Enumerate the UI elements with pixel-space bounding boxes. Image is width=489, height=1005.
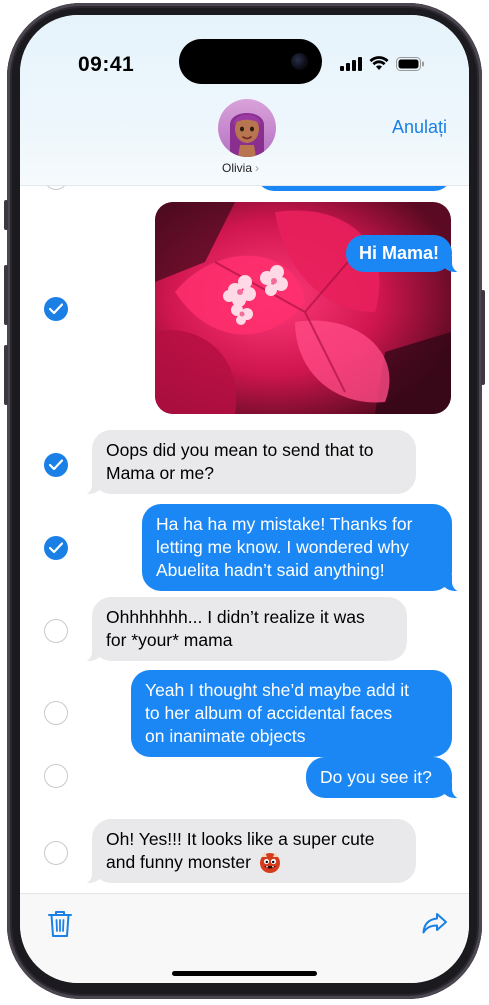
chevron-right-icon: › <box>255 161 260 175</box>
message-bubble-incoming[interactable]: Ohhhhhhh... I didn’t realize it was for … <box>80 597 407 662</box>
message-line: Abuelita hadn’t said anything! <box>156 560 385 580</box>
message-bubble-outgoing[interactable]: Yeah I thought she’d maybe add it to her… <box>131 670 452 757</box>
message-bubble-incoming[interactable]: Oh! Yes!!! It looks like a super cute an… <box>80 819 416 884</box>
conversation-header: 09:41 Olivia › Anulați <box>20 15 469 186</box>
monster-face-emoji-icon <box>259 852 280 873</box>
select-checkbox-m7[interactable] <box>44 841 68 865</box>
status-icons <box>340 56 425 71</box>
message-line: Do you see it? <box>320 767 432 787</box>
message-line: Oops did you mean to send that to <box>106 440 374 460</box>
selection-toolbar <box>20 893 469 983</box>
select-checkbox-m3[interactable] <box>44 536 68 560</box>
message-line: letting me know. I wondered why <box>156 537 409 557</box>
message-line: Ohhhhhhh... I didn’t realize it was <box>106 607 365 627</box>
battery-icon <box>396 56 424 71</box>
contact-avatar[interactable] <box>218 99 276 157</box>
select-checkbox-m6[interactable] <box>44 764 68 788</box>
status-time: 09:41 <box>78 53 135 76</box>
delete-button[interactable] <box>48 910 72 943</box>
message-line: for *your* mama <box>106 630 233 650</box>
trash-icon <box>48 911 72 937</box>
forward-button[interactable] <box>422 912 448 939</box>
screen: Hi Mama! Oops did you mean to send that … <box>20 15 469 983</box>
home-indicator[interactable] <box>172 971 317 976</box>
cancel-button[interactable]: Anulați <box>392 117 447 138</box>
memoji-avatar-icon <box>230 113 264 157</box>
message-line: Ha ha ha my mistake! Thanks for <box>156 514 413 534</box>
photo-attachment[interactable] <box>155 202 451 414</box>
camera-icon <box>291 53 308 70</box>
select-checkbox-m4[interactable] <box>44 619 68 643</box>
message-line: Yeah I thought she’d maybe add it <box>145 680 409 700</box>
message-bubble-incoming[interactable]: Oops did you mean to send that to Mama o… <box>80 430 416 495</box>
message-line: Oh! Yes!!! It looks like a super cute <box>106 829 375 849</box>
message-line: and funny monster <box>106 852 251 872</box>
volume-up-button <box>4 265 8 325</box>
checkmark-icon <box>49 542 63 554</box>
wifi-icon <box>369 56 389 70</box>
select-checkbox-m5[interactable] <box>44 701 68 725</box>
checkmark-icon <box>49 459 63 471</box>
dynamic-island <box>179 39 322 84</box>
select-checkbox-m1[interactable] <box>44 297 68 321</box>
power-button <box>481 290 485 385</box>
message-line: to her album of accidental faces <box>145 703 393 723</box>
share-arrow-icon <box>422 913 447 934</box>
bougainvillea-photo <box>155 202 451 414</box>
volume-down-button <box>4 345 8 405</box>
message-line: Mama or me? <box>106 463 214 483</box>
contact-name-button[interactable]: Olivia › <box>222 161 259 175</box>
contact-name: Olivia <box>222 161 253 175</box>
message-bubble-outgoing[interactable]: Ha ha ha my mistake! Thanks for letting … <box>142 504 464 592</box>
select-checkbox-m2[interactable] <box>44 453 68 477</box>
action-button <box>4 200 8 230</box>
cellular-signal-icon <box>340 56 362 71</box>
message-bubble-outgoing[interactable]: Do you see it? <box>306 757 464 799</box>
checkmark-icon <box>49 303 63 315</box>
photo-caption-bubble: Hi Mama! <box>346 235 465 273</box>
message-line: on inanimate objects <box>145 726 306 746</box>
